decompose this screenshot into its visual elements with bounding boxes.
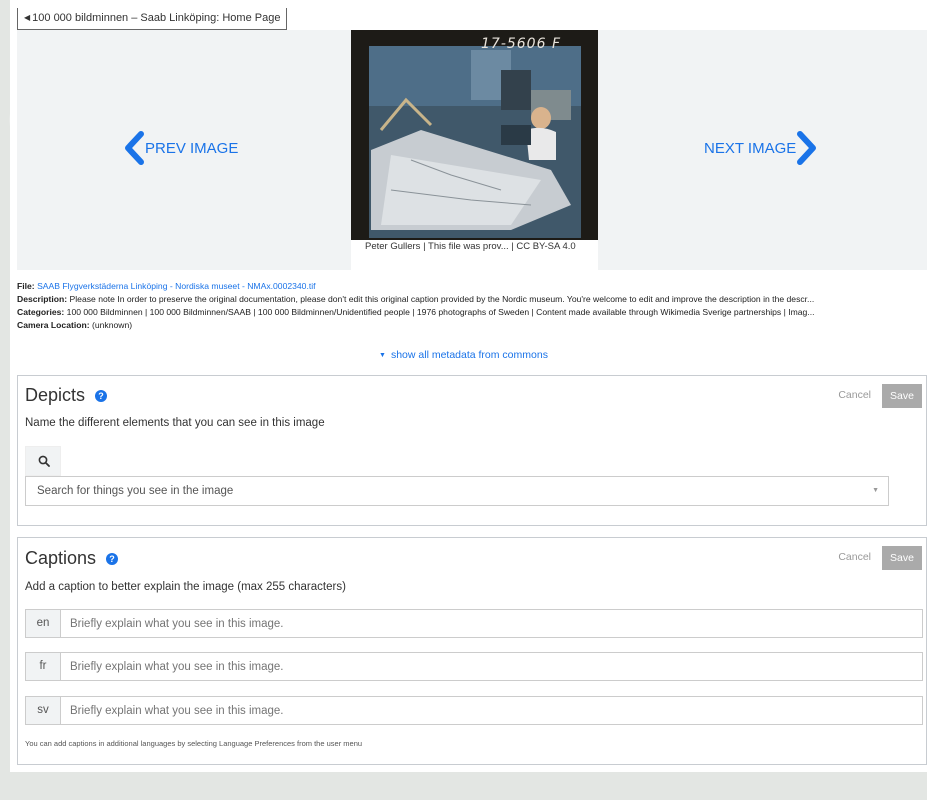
prev-image-label: PREV IMAGE [145,139,239,157]
triangle-down-icon: ▼ [379,352,386,359]
metadata-location-row: Camera Location: (unknown) [17,319,927,332]
captions-subtitle: Add a caption to better explain the imag… [25,581,346,593]
chevron-right-icon [797,131,817,165]
prev-image-button[interactable]: PREV IMAGE [123,131,238,165]
caption-input-en[interactable] [61,609,923,638]
caption-lang-label: en [25,609,61,638]
search-icon [38,455,50,467]
captions-title: Captions? [25,548,119,569]
metadata-description-row: Description: Please note In order to pre… [17,293,927,306]
dropdown-arrow-icon: ▼ [872,487,879,494]
current-image[interactable]: 17-5606 F [351,30,598,240]
location-value: (unknown) [91,320,133,330]
help-icon[interactable]: ? [95,390,108,402]
image-caption: Peter Gullers | This file was prov... | … [351,240,598,270]
search-icon-box [25,446,61,476]
caption-lang-label: fr [25,652,61,681]
categories-value: 100 000 Bildminnen | 100 000 Bildminnen/… [66,307,815,317]
description-value: Please note In order to preserve the ori… [69,294,815,304]
depicts-title-text: Depicts [25,385,86,405]
depicts-cancel-button[interactable]: Cancel [838,389,871,401]
next-image-label: NEXT IMAGE [704,139,797,157]
next-image-button[interactable]: NEXT IMAGE [704,131,818,165]
chevron-left-icon [125,131,144,165]
caption-row-en: en [25,609,923,638]
metadata-section: File: SAAB Flygverkstäderna Linköping - … [17,280,927,332]
location-key: Camera Location: [17,320,90,330]
help-icon[interactable]: ? [106,553,119,565]
categories-key: Categories: [17,307,65,317]
description-key: Description: [17,294,68,304]
caret-left-icon: ◀ [24,13,31,22]
photo-film-label: 17-5606 F [481,36,561,52]
file-key: File: [17,281,35,291]
caption-row-fr: fr [25,652,923,681]
show-all-metadata-label: show all metadata from commons [390,349,548,361]
depicts-search-select[interactable]: Search for things you see in the image ▼ [25,476,889,506]
photo-illustration [351,30,598,240]
caption-input-sv[interactable] [61,696,923,725]
depicts-panel: Depicts? Cancel Save Name the different … [17,375,927,526]
caption-lang-label: sv [25,696,61,725]
depicts-subtitle: Name the different elements that you can… [25,417,325,429]
captions-title-text: Captions [25,548,97,568]
metadata-file-row: File: SAAB Flygverkstäderna Linköping - … [17,280,927,293]
depicts-save-button[interactable]: Save [882,384,922,408]
captions-panel: Captions? Cancel Save Add a caption to b… [17,537,927,765]
metadata-categories-row: Categories: 100 000 Bildminnen | 100 000… [17,306,927,319]
captions-save-button[interactable]: Save [882,546,922,570]
file-link[interactable]: SAAB Flygverkstäderna Linköping - Nordis… [37,281,315,291]
captions-note: You can add captions in additional langu… [25,739,363,748]
back-button-label: 100 000 bildminnen – Saab Linköping: Hom… [32,12,281,24]
back-to-home-button[interactable]: ◀ 100 000 bildminnen – Saab Linköping: Ho… [17,8,288,30]
caption-row-sv: sv [25,696,923,725]
caption-input-fr[interactable] [61,652,923,681]
show-all-metadata-link[interactable]: ▼ show all metadata from commons [0,349,927,361]
depicts-search-placeholder: Search for things you see in the image [37,485,234,497]
captions-cancel-button[interactable]: Cancel [838,551,871,563]
depicts-title: Depicts? [25,385,108,406]
